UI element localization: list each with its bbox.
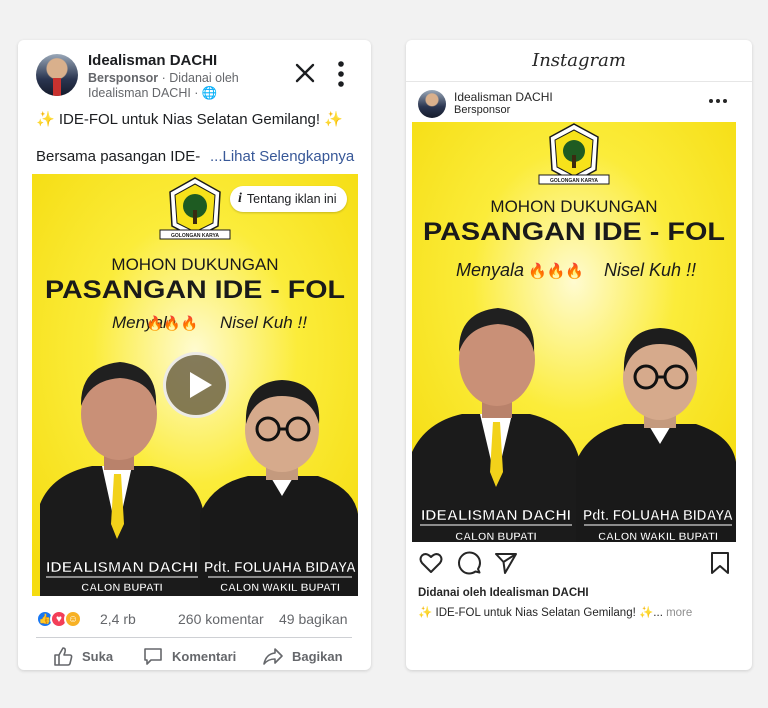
comment-icon [144, 648, 162, 665]
party-label: GOLONGAN KARYA [171, 233, 219, 239]
heart-icon[interactable] [418, 550, 444, 576]
comment-label: Komentari [172, 648, 237, 664]
party-label: GOLONGAN KARYA [550, 178, 598, 184]
info-icon: i [238, 191, 242, 206]
share-icon [263, 648, 283, 665]
ad-headline: ✨ IDE-FOL untuk Nias Selatan Gemilang! ✨ [36, 111, 343, 128]
funded-by-label: Didanai oleh Idealisman DACHI [418, 587, 589, 599]
candidate-2-name: Pdt. FOLUAHA BIDAYA [583, 507, 733, 524]
candidate-1-role: CALON BUPATI [455, 531, 536, 542]
about-ad-label: Tentang iklan ini [246, 192, 337, 206]
see-more-link[interactable]: ...Lihat Selengkapnya [210, 148, 354, 165]
comment-icon[interactable] [456, 550, 482, 576]
candidate-1-name: IDEALISMAN DACHI [46, 559, 198, 576]
candidate-1-name: IDEALISMAN DACHI [421, 507, 571, 524]
instagram-logo: Instagram [532, 50, 626, 71]
pair-heading: PASANGAN IDE - FOL [423, 218, 725, 246]
facebook-ad-card: Idealisman DACHI Bersponsor · Didanai ol… [18, 40, 371, 670]
funded-by-label: · Didanai oleh [158, 71, 239, 85]
fire-emoji: 🔥🔥🔥 [146, 315, 198, 332]
slogan-nisel: Nisel Kuh !! [604, 260, 696, 280]
slogan-nisel: Nisel Kuh !! [220, 313, 307, 332]
support-heading: MOHON DUKUNGAN [490, 197, 657, 216]
funder-line: Idealisman DACHI · 🌐 [88, 86, 218, 100]
bookmark-icon[interactable] [707, 550, 733, 576]
account-name[interactable]: Idealisman DACHI [454, 90, 553, 104]
ad-body-text: Bersama pasangan IDE- [36, 148, 201, 165]
more-link[interactable]: more [663, 607, 692, 619]
page-name[interactable]: Idealisman DACHI [88, 52, 217, 69]
reaction-count[interactable]: 2,4 rb [100, 611, 136, 627]
thumbs-up-icon [54, 647, 73, 666]
like-button[interactable]: Suka [52, 644, 113, 668]
instagram-ad-card: Instagram Idealisman DACHI Bersponsor GO… [406, 40, 752, 670]
sponsored-line: Bersponsor · Didanai oleh [88, 71, 239, 85]
share-count[interactable]: 49 bagikan [279, 611, 348, 627]
like-label: Suka [82, 648, 114, 664]
candidate-2-role: CALON WAKIL BUPATI [598, 531, 718, 542]
share-label: Bagikan [292, 648, 343, 664]
candidate-2-role: CALON WAKIL BUPATI [220, 582, 340, 594]
instagram-header: Instagram [406, 40, 752, 82]
support-heading: MOHON DUKUNGAN [111, 255, 278, 274]
reaction-icons[interactable]: 👍 ♥ ☺ [36, 610, 82, 628]
slogan-menyala: Menyala [456, 260, 524, 280]
ad-image[interactable]: GOLONGAN KARYA MOHON DUKUNGAN PASANGAN I… [412, 122, 736, 542]
sponsored-label: Bersponsor [454, 104, 511, 116]
close-icon[interactable] [294, 62, 316, 84]
account-avatar[interactable] [418, 90, 446, 118]
candidate-2-name: Pdt. FOLUAHA BIDAYA [204, 559, 356, 576]
fire-emoji: 🔥🔥🔥 [528, 262, 584, 280]
share-icon[interactable] [493, 550, 519, 576]
care-reaction-icon: ☺ [64, 610, 82, 628]
page-avatar[interactable] [36, 54, 78, 96]
caption-text: ✨ IDE-FOL untuk Nias Selatan Gemilang! ✨… [418, 607, 663, 619]
play-icon[interactable] [163, 352, 229, 418]
about-ad-button[interactable]: i Tentang iklan ini [230, 186, 347, 212]
caption: ✨ IDE-FOL untuk Nias Selatan Gemilang! ✨… [418, 605, 692, 619]
ad-creative-image: GOLONGAN KARYA MOHON DUKUNGAN PASANGAN I… [412, 122, 736, 542]
more-options-icon[interactable] [708, 96, 728, 106]
share-button[interactable]: Bagikan [262, 644, 343, 668]
comment-count[interactable]: 260 komentar [178, 611, 264, 627]
more-options-icon[interactable] [336, 60, 346, 88]
pair-heading: PASANGAN IDE - FOL [45, 276, 345, 304]
comment-button[interactable]: Komentari [142, 644, 236, 668]
candidate-1-role: CALON BUPATI [81, 582, 162, 594]
sponsored-label[interactable]: Bersponsor [88, 71, 158, 85]
divider [36, 637, 352, 638]
